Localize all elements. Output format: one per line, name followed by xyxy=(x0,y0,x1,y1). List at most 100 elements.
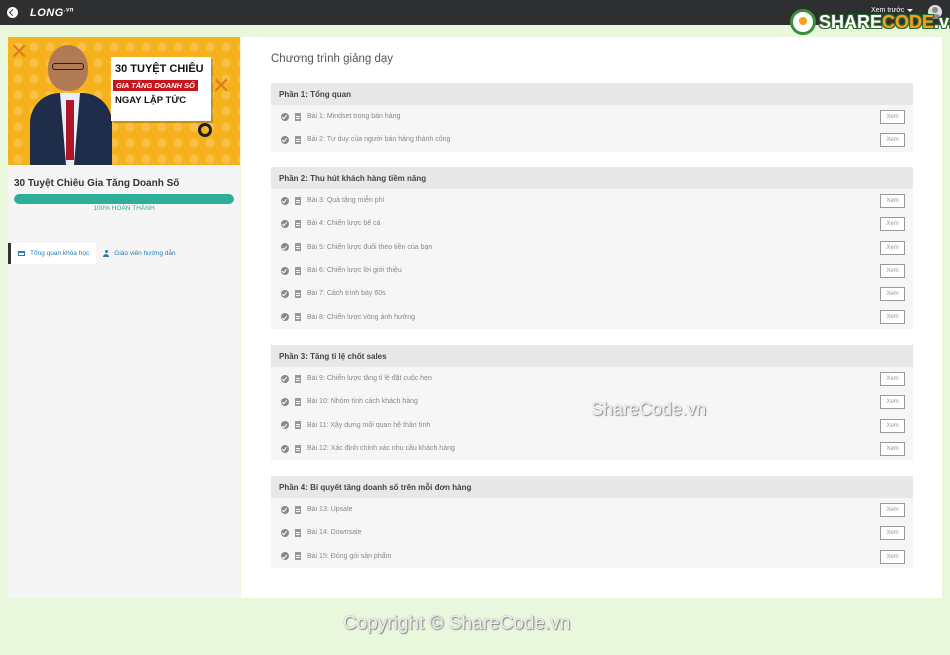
check-circle-icon xyxy=(281,112,289,121)
section-title: Phần 4: Bí quyết tăng doanh số trên mỗi … xyxy=(271,476,913,498)
lesson-row: Bài 12: Xác định chính xác nhu cầu khách… xyxy=(271,436,913,461)
lesson-title: Bài 13: Upsale xyxy=(307,506,353,514)
lesson-title: Bài 10: Nhóm tính cách khách hàng xyxy=(307,398,418,406)
sidebar-tabs: Tổng quan khóa học Giáo viên hướng dẫn xyxy=(8,243,183,264)
tab-instructor[interactable]: Giáo viên hướng dẫn xyxy=(96,243,182,264)
lesson-row: Bài 5: Chiến lược đuổi theo tiền của bạn… xyxy=(271,235,913,259)
lesson-title: Bài 1: Mindset trong bán hàng xyxy=(307,113,401,121)
lesson-row: Bài 4: Chiến lược bể cá Xem xyxy=(271,212,913,236)
document-icon xyxy=(295,112,301,121)
lesson-row: Bài 1: Mindset trong bán hàng Xem xyxy=(271,105,913,129)
document-icon xyxy=(295,505,301,514)
check-circle-icon xyxy=(281,266,289,275)
check-circle-icon xyxy=(281,505,289,514)
view-lesson-button[interactable]: Xem xyxy=(880,503,905,517)
brand-name-part1: SHARE xyxy=(819,11,883,32)
lesson-row: Bài 7: Cách trình bày 60s Xem xyxy=(271,282,913,306)
curriculum-section: Phần 1: Tổng quan Bài 1: Mindset trong bá… xyxy=(271,83,913,152)
banner-line1: 30 TUYỆT CHIÊU xyxy=(115,63,204,75)
check-circle-icon xyxy=(281,397,289,406)
document-icon xyxy=(295,135,301,144)
lesson-row: Bài 3: Quà tặng miễn phí Xem xyxy=(271,189,913,213)
banner-line3: NGAY LẬP TỨC xyxy=(115,95,187,106)
lesson-row: Bài 13: Upsale Xem xyxy=(271,498,913,522)
lesson-row: Bài 2: Tư duy của người bán hàng thành c… xyxy=(271,128,913,152)
brand-name-part3: .vn xyxy=(934,11,950,32)
lesson-title: Bài 6: Chiến lược lời giới thiệu xyxy=(307,267,402,275)
logo-text: LONG xyxy=(30,6,64,19)
section-title: Phần 1: Tổng quan xyxy=(271,83,913,105)
course-banner: ✕ ✕ 30 TUYỆT CHIÊU GIA TĂNG DOANH SỐ NGA… xyxy=(8,37,240,165)
ring-decoration-icon xyxy=(198,123,212,137)
lesson-title: Bài 9: Chiến lược tăng tỉ lệ đặt cuộc hẹ… xyxy=(307,375,432,383)
tab-course-overview[interactable]: Tổng quan khóa học xyxy=(8,243,97,264)
view-lesson-button[interactable]: Xem xyxy=(880,395,905,410)
document-icon xyxy=(295,313,301,322)
sharecode-logo-icon xyxy=(790,9,816,35)
progress-text: HOÀN THÀNH xyxy=(111,205,155,212)
progress-value: 100% xyxy=(93,205,110,212)
brand-name-part2: CODE xyxy=(882,11,935,32)
curriculum-panel: Chương trình giảng dạy Phần 1: Tổng quan… xyxy=(241,37,942,598)
view-lesson-button[interactable]: Xem xyxy=(880,418,905,433)
watermark-text: ShareCode.vn xyxy=(591,399,707,419)
tie-shape xyxy=(66,100,74,160)
lesson-title: Bài 11: Xây dựng mối quan hệ thân tình xyxy=(307,421,431,429)
check-circle-icon xyxy=(281,243,289,252)
check-circle-icon xyxy=(281,289,289,298)
progress-bar xyxy=(14,194,234,204)
check-circle-icon xyxy=(281,421,289,430)
check-circle-icon xyxy=(281,313,289,322)
view-lesson-button[interactable]: Xem xyxy=(880,287,905,302)
page-title: Chương trình giảng dạy xyxy=(271,53,394,65)
brand-name: SHARECODE.vn xyxy=(819,12,950,33)
document-icon xyxy=(295,397,301,406)
instructor-photo xyxy=(30,45,115,165)
curriculum-section: Phần 4: Bí quyết tăng doanh số trên mỗi … xyxy=(271,476,913,568)
lesson-row: Bài 8: Chiến lược vòng ảnh hưởng Xem xyxy=(271,305,913,329)
view-lesson-button[interactable]: Xem xyxy=(880,441,905,456)
tab-label: Tổng quan khóa học xyxy=(30,250,90,257)
brand-logo: SHARECODE.vn xyxy=(790,9,950,35)
check-circle-icon xyxy=(281,135,289,144)
x-decoration-icon: ✕ xyxy=(212,73,231,98)
lesson-row: Bài 14: Downsale Xem xyxy=(271,521,913,545)
logo[interactable]: LONG.vn xyxy=(30,7,74,19)
view-lesson-button[interactable]: Xem xyxy=(880,549,905,564)
view-lesson-button[interactable]: Xem xyxy=(880,194,905,208)
document-icon xyxy=(295,552,301,561)
view-lesson-button[interactable]: Xem xyxy=(880,217,905,232)
lesson-title: Bài 3: Quà tặng miễn phí xyxy=(307,197,385,205)
check-circle-icon xyxy=(281,552,289,561)
check-circle-icon xyxy=(281,219,289,228)
view-lesson-button[interactable]: Xem xyxy=(880,372,905,386)
check-circle-icon xyxy=(281,528,289,537)
lesson-row: Bài 6: Chiến lược lời giới thiệu Xem xyxy=(271,258,913,283)
lesson-title: Bài 4: Chiến lược bể cá xyxy=(307,220,381,228)
view-lesson-button[interactable]: Xem xyxy=(880,263,905,278)
user-icon xyxy=(103,250,110,257)
view-lesson-button[interactable]: Xem xyxy=(880,240,905,255)
document-icon xyxy=(295,421,301,430)
list-icon xyxy=(18,251,25,256)
view-lesson-button[interactable]: Xem xyxy=(880,110,905,124)
check-circle-icon xyxy=(281,196,289,205)
lesson-title: Bài 12: Xác định chính xác nhu cầu khách… xyxy=(307,445,455,453)
view-lesson-button[interactable]: Xem xyxy=(880,133,905,148)
back-icon[interactable] xyxy=(7,7,18,18)
glasses-shape xyxy=(52,63,84,70)
document-icon xyxy=(295,289,301,298)
section-title: Phần 2: Thu hút khách hàng tiềm năng xyxy=(271,167,913,189)
document-icon xyxy=(295,243,301,252)
copyright-text: Copyright © ShareCode.vn xyxy=(343,613,571,634)
lesson-title: Bài 5: Chiến lược đuổi theo tiền của bạn xyxy=(307,243,433,251)
document-icon xyxy=(295,196,301,205)
section-title: Phần 3: Tăng tỉ lệ chốt sales xyxy=(271,345,913,367)
view-lesson-button[interactable]: Xem xyxy=(880,310,905,325)
sidebar: ✕ ✕ 30 TUYỆT CHIÊU GIA TĂNG DOANH SỐ NGA… xyxy=(8,37,240,598)
lesson-title: Bài 2: Tư duy của người bán hàng thành c… xyxy=(307,136,451,144)
lesson-title: Bài 15: Đóng gói sản phẩm xyxy=(307,552,392,560)
banner-line2: GIA TĂNG DOANH SỐ xyxy=(113,80,198,91)
view-lesson-button[interactable]: Xem xyxy=(880,526,905,541)
check-circle-icon xyxy=(281,444,289,453)
